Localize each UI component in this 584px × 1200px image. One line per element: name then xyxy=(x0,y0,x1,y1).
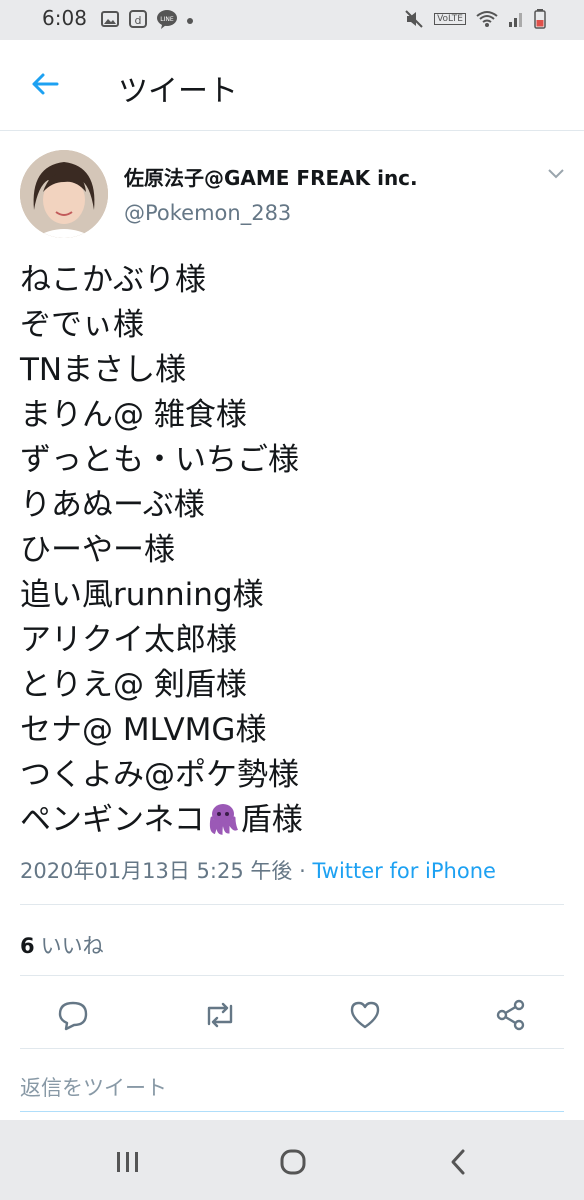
nav-back-button[interactable] xyxy=(438,1142,478,1182)
status-left-icons: d LINE xyxy=(100,9,194,29)
home-button[interactable] xyxy=(273,1142,313,1182)
tweet-line: アリクイ太郎様 xyxy=(20,622,237,658)
retweet-button[interactable] xyxy=(200,995,240,1035)
chevron-down-icon xyxy=(548,169,564,179)
tweet-menu-button[interactable] xyxy=(546,166,566,180)
tweet-line: りあぬーぶ様 xyxy=(20,487,205,523)
tweet-line-part: 盾様 xyxy=(240,802,303,838)
avatar-photo xyxy=(20,150,108,238)
tweet-line: ぞでぃ様 xyxy=(20,307,144,343)
tweet-line-part: ペンギンネコ xyxy=(20,802,205,838)
reply-icon xyxy=(58,1001,88,1031)
image-icon xyxy=(101,11,119,27)
status-right-icons: VoLTE xyxy=(404,9,546,29)
tweet-line: まりん@ 雑食様 xyxy=(20,397,247,433)
reply-button[interactable] xyxy=(53,995,93,1035)
back-icon xyxy=(451,1149,465,1175)
tweet-line: とりえ@ 剣盾様 xyxy=(20,667,247,703)
status-time: 6:08 xyxy=(42,6,87,30)
status-bar: 6:08 d LINE VoLTE xyxy=(0,0,584,40)
tweet-actions xyxy=(0,995,584,1039)
tweet-line: ねこかぶり様 xyxy=(20,262,206,298)
svg-text:LINE: LINE xyxy=(160,16,174,23)
retweet-icon xyxy=(207,1002,233,1028)
author-name[interactable]: 佐原法子@GAME FREAK inc. xyxy=(124,162,418,191)
reply-input[interactable]: 返信をツイート xyxy=(20,1072,167,1102)
divider xyxy=(20,1048,564,1049)
tweet-line: つくよみ@ポケ勢様 xyxy=(20,757,299,793)
tweet-text: ねこかぶり様 ぞでぃ様 TNまさし様 まりん@ 雑食様 ずっとも・いちご様 りあ… xyxy=(20,258,560,843)
back-arrow-icon xyxy=(32,73,59,95)
page-title: ツイート xyxy=(118,74,238,109)
d-app-icon: d xyxy=(129,10,147,28)
divider xyxy=(20,904,564,905)
volte-icon: VoLTE xyxy=(434,13,466,25)
android-nav-bar xyxy=(0,1120,584,1200)
battery-icon xyxy=(534,9,546,29)
divider xyxy=(20,975,564,976)
back-button[interactable] xyxy=(28,67,62,101)
tweet-line-last: ペンギンネコ 盾様 xyxy=(20,798,560,843)
svg-text:d: d xyxy=(135,14,142,27)
mute-icon xyxy=(405,10,423,28)
wifi-icon xyxy=(476,11,498,27)
app-bar: ツイート xyxy=(0,40,584,131)
dot-icon xyxy=(187,18,193,24)
home-icon xyxy=(280,1149,306,1175)
octopus-emoji-icon xyxy=(209,804,238,835)
share-button[interactable] xyxy=(491,995,531,1035)
tweet-source-link[interactable]: Twitter for iPhone xyxy=(312,859,496,883)
share-icon xyxy=(496,999,525,1031)
tweet-line: ずっとも・いちご様 xyxy=(20,442,299,478)
signal-icon xyxy=(509,13,522,27)
like-icon xyxy=(350,1001,380,1029)
tweet-line: TNまさし様 xyxy=(20,352,187,388)
tweet-timestamp[interactable]: 2020年01月13日 5:25 午後 xyxy=(20,859,292,883)
avatar[interactable] xyxy=(20,150,108,238)
author-handle[interactable]: @Pokemon_283 xyxy=(124,201,291,225)
tweet-line: ひーやー様 xyxy=(20,532,175,568)
recent-apps-button[interactable] xyxy=(108,1142,148,1182)
line-app-icon: LINE xyxy=(157,10,177,29)
reply-underline xyxy=(20,1111,564,1112)
likes-summary[interactable]: 6 いいね xyxy=(20,930,104,960)
like-count: 6 xyxy=(20,934,35,958)
tweet-meta: 2020年01月13日 5:25 午後 · Twitter for iPhone xyxy=(20,855,496,885)
tweet-line: 追い風running様 xyxy=(20,577,264,613)
recent-apps-icon xyxy=(117,1152,138,1172)
like-label: いいね xyxy=(40,934,104,958)
tweet-line: セナ@ MLVMG様 xyxy=(20,712,267,748)
like-button[interactable] xyxy=(345,995,385,1035)
meta-separator: · xyxy=(292,859,313,883)
